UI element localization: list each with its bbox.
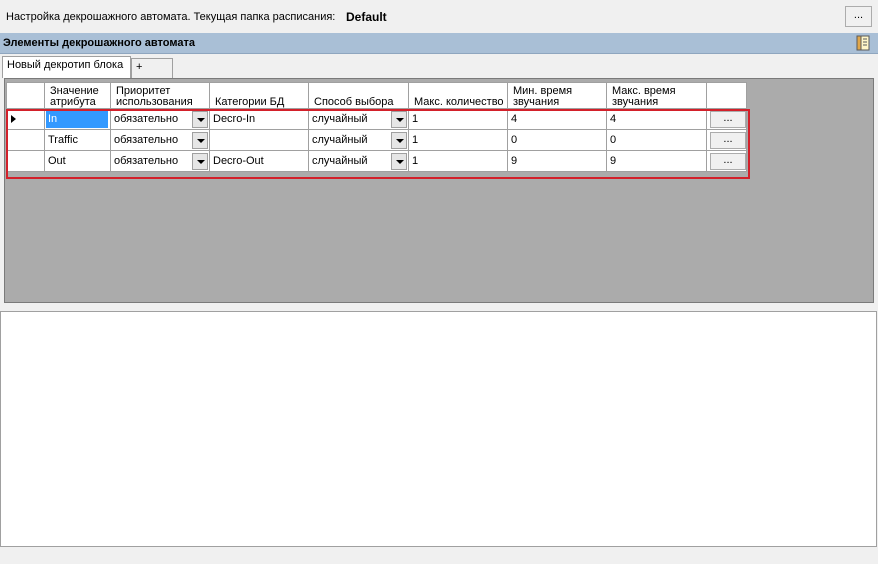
status-strip: [0, 547, 878, 564]
method-value: случайный: [312, 155, 368, 167]
current-row-icon: [11, 115, 16, 123]
column-header-category[interactable]: Категории БД: [209, 82, 309, 109]
schedule-folder-name: Default: [346, 10, 387, 24]
cell-min-time[interactable]: 4: [507, 108, 607, 130]
row-header[interactable]: [6, 129, 45, 151]
cell-value[interactable]: Out: [44, 150, 111, 172]
details-panel: [0, 311, 877, 547]
book-icon[interactable]: [855, 35, 871, 51]
column-header-priority[interactable]: Приоритет использования: [110, 82, 210, 109]
cell-actions: ...: [706, 150, 747, 172]
method-value: случайный: [312, 113, 368, 125]
cell-actions: ...: [706, 129, 747, 151]
chevron-down-icon[interactable]: [391, 131, 407, 149]
cell-max-time[interactable]: 9: [606, 150, 707, 172]
chevron-down-icon[interactable]: [391, 110, 407, 128]
top-bar: Настройка декрошажного автомата. Текущая…: [0, 0, 878, 33]
cell-value-text: In: [46, 110, 108, 128]
row-edit-button[interactable]: ...: [710, 111, 746, 128]
choose-folder-button[interactable]: ...: [845, 6, 872, 27]
cell-method[interactable]: случайный: [308, 150, 409, 172]
row-edit-button[interactable]: ...: [710, 132, 746, 149]
section-header: Элементы декрошажного автомата: [0, 33, 878, 54]
cell-method[interactable]: случайный: [308, 108, 409, 130]
row-edit-button[interactable]: ...: [710, 153, 746, 170]
column-header-actions: [706, 82, 747, 109]
cell-max-count[interactable]: 1: [408, 108, 508, 130]
tab-add[interactable]: +: [131, 58, 173, 78]
row-header[interactable]: [6, 108, 45, 130]
cell-max-time[interactable]: 4: [606, 108, 707, 130]
elements-grid: Значение атрибута Приоритет использовани…: [6, 82, 747, 172]
cell-max-count[interactable]: 1: [408, 150, 508, 172]
chevron-down-icon[interactable]: [192, 131, 208, 149]
chevron-down-icon[interactable]: [192, 110, 208, 128]
method-value: случайный: [312, 134, 368, 146]
column-header-value[interactable]: Значение атрибута: [44, 82, 111, 109]
priority-value: обязательно: [114, 155, 179, 167]
cell-category[interactable]: Decro-In: [209, 108, 309, 130]
row-header-corner: [6, 82, 45, 109]
table-row[interactable]: Traffic обязательно случайный 1 0 0 ...: [6, 129, 747, 151]
table-row[interactable]: Out обязательно Decro-Out случайный 1 9 …: [6, 150, 747, 172]
tab-strip: Новый декротип блока +: [0, 56, 878, 78]
chevron-down-icon[interactable]: [192, 152, 208, 170]
cell-category[interactable]: [209, 129, 309, 151]
cell-min-time[interactable]: 0: [507, 129, 607, 151]
cell-category[interactable]: Decro-Out: [209, 150, 309, 172]
cell-value[interactable]: Traffic: [44, 129, 111, 151]
cell-priority[interactable]: обязательно: [110, 108, 210, 130]
priority-value: обязательно: [114, 113, 179, 125]
cell-priority[interactable]: обязательно: [110, 150, 210, 172]
cell-max-count[interactable]: 1: [408, 129, 508, 151]
table-row[interactable]: In обязательно Decro-In случайный 1 4 4 …: [6, 108, 747, 130]
tab-new-decro-type[interactable]: Новый декротип блока: [2, 56, 131, 78]
column-header-method[interactable]: Способ выбора: [308, 82, 409, 109]
section-title: Элементы декрошажного автомата: [3, 37, 195, 49]
grid-header-row: Значение атрибута Приоритет использовани…: [6, 82, 747, 109]
cell-min-time[interactable]: 9: [507, 150, 607, 172]
schedule-folder-label: Настройка декрошажного автомата. Текущая…: [6, 11, 336, 23]
column-header-max-count[interactable]: Макс. количество: [408, 82, 508, 109]
chevron-down-icon[interactable]: [391, 152, 407, 170]
column-header-max-time[interactable]: Макс. время звучания: [606, 82, 707, 109]
cell-max-time[interactable]: 0: [606, 129, 707, 151]
column-header-min-time[interactable]: Мин. время звучания: [507, 82, 607, 109]
priority-value: обязательно: [114, 134, 179, 146]
cell-actions: ...: [706, 108, 747, 130]
cell-method[interactable]: случайный: [308, 129, 409, 151]
cell-value[interactable]: In: [44, 108, 111, 130]
cell-priority[interactable]: обязательно: [110, 129, 210, 151]
row-header[interactable]: [6, 150, 45, 172]
